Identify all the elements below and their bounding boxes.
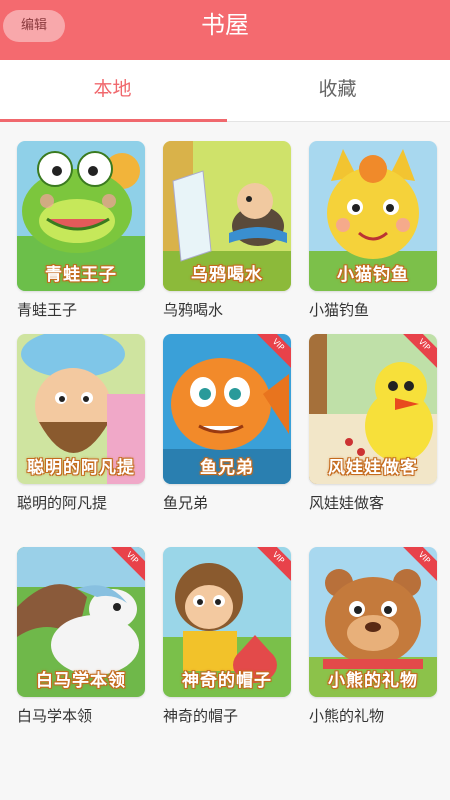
book-title: 神奇的帽子	[163, 707, 239, 725]
book-cover[interactable]: VIP 小熊的礼物	[309, 547, 437, 697]
cover-title: 白马学本领	[36, 671, 126, 691]
book-cover[interactable]: 聪明的阿凡提	[17, 334, 145, 484]
book-card-fish-brothers[interactable]: VIP 鱼兄弟 鱼兄弟	[163, 334, 293, 514]
cover-title: 鱼兄弟	[200, 458, 254, 478]
tab-favorites[interactable]: 收藏	[225, 60, 450, 122]
cover-title: 神奇的帽子	[182, 671, 272, 691]
book-card-bear-gift[interactable]: VIP 小熊的礼物 小熊的礼物	[309, 547, 439, 727]
bookshelf-grid: 青蛙王子 青蛙王子 乌鸦喝水 乌鸦喝水 小猫钓鱼 小猫钓鱼 聪明的阿凡提 聪明的…	[0, 122, 450, 800]
app-header: 编辑 书屋	[0, 0, 450, 60]
cover-title: 青蛙王子	[45, 265, 117, 285]
book-card-wind-doll-visit[interactable]: VIP 风娃娃做客 风娃娃做客	[309, 334, 439, 514]
book-title: 白马学本领	[17, 707, 93, 725]
cover-title: 风娃娃做客	[328, 458, 418, 478]
tab-bar: 本地 收藏	[0, 60, 450, 122]
book-title: 青蛙王子	[17, 301, 78, 319]
cover-title: 小熊的礼物	[328, 671, 418, 691]
cover-title: 聪明的阿凡提	[27, 458, 135, 478]
book-card-crow-drinks-water[interactable]: 乌鸦喝水 乌鸦喝水	[163, 141, 293, 321]
book-card-clever-afanti[interactable]: 聪明的阿凡提 聪明的阿凡提	[17, 334, 147, 514]
book-title: 鱼兄弟	[163, 494, 209, 512]
cover-title: 乌鸦喝水	[191, 265, 263, 285]
book-title: 聪明的阿凡提	[17, 494, 108, 512]
book-cover[interactable]: VIP 白马学本领	[17, 547, 145, 697]
page-title: 书屋	[201, 11, 249, 39]
book-card-kitten-fishing[interactable]: 小猫钓鱼 小猫钓鱼	[309, 141, 439, 321]
book-cover[interactable]: 青蛙王子	[17, 141, 145, 291]
tab-local[interactable]: 本地	[0, 60, 225, 122]
book-cover[interactable]: VIP 神奇的帽子	[163, 547, 291, 697]
book-title: 小猫钓鱼	[309, 301, 370, 319]
book-title: 风娃娃做客	[309, 494, 385, 512]
book-card-white-horse[interactable]: VIP 白马学本领 白马学本领	[17, 547, 147, 727]
book-cover[interactable]: 小猫钓鱼	[309, 141, 437, 291]
cover-title: 小猫钓鱼	[337, 265, 409, 285]
book-title: 乌鸦喝水	[163, 301, 224, 319]
book-cover[interactable]: VIP 鱼兄弟	[163, 334, 291, 484]
book-title: 小熊的礼物	[309, 707, 385, 725]
book-cover[interactable]: 乌鸦喝水	[163, 141, 291, 291]
book-card-frog-prince[interactable]: 青蛙王子 青蛙王子	[17, 141, 147, 321]
book-card-magic-hat[interactable]: VIP 神奇的帽子 神奇的帽子	[163, 547, 293, 727]
book-cover[interactable]: VIP 风娃娃做客	[309, 334, 437, 484]
